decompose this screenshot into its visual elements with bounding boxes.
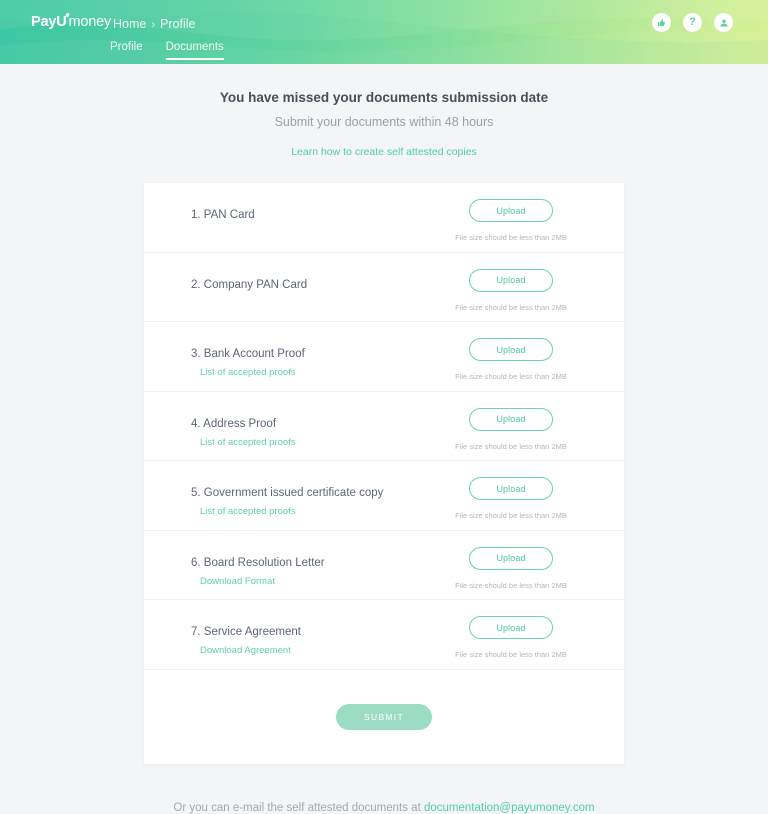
table-row: 4. Address Proof List of accepted proofs… [144,392,624,461]
file-size-note: File size should be less than 2MB [455,302,567,312]
row-actions: Upload File size should be less than 2MB [441,600,581,660]
upload-button[interactable]: Upload [469,616,553,639]
row-actions: Upload File size should be less than 2MB [441,183,581,243]
tab-profile-label: Profile [110,41,143,53]
breadcrumb-home[interactable]: Home [113,17,146,31]
footer-email-line: Or you can e-mail the self attested docu… [0,797,768,814]
file-size-note: File size should be less than 2MB [455,650,567,659]
row-actions: Upload File size should be less than 2MB [441,461,581,521]
document-title: 4. Address Proof [191,417,277,430]
header-tabs: Profile Documents [110,41,224,60]
table-row: 3. Bank Account Proof List of accepted p… [144,322,624,392]
page-content: You have missed your documents submissio… [0,64,768,814]
file-size-note: File size should be less than 2MB [455,511,567,520]
page-title: You have missed your documents submissio… [219,90,549,105]
upload-button[interactable]: Upload [469,268,553,292]
question-mark-glyph: ? [689,15,696,28]
user-account-icon[interactable] [714,13,733,32]
download-format-link[interactable]: Download Format [200,576,275,587]
document-title: 1. PAN Card [191,209,255,221]
documents-card: 1. PAN Card Upload File size should be l… [144,183,624,764]
row-info: 2. Company PAN Card [191,253,307,293]
accepted-proofs-link[interactable]: List of accepted proofs [200,437,296,448]
support-email-link[interactable]: documentation@payumoney.com [424,802,595,814]
user-account-glyph [719,19,728,26]
table-row: 5. Government issued certificate copy Li… [144,461,624,531]
tab-documents[interactable]: Documents [165,41,224,60]
upload-button[interactable]: Upload [469,477,553,500]
upload-button[interactable]: Upload [469,546,553,570]
document-title: 7. Service Agreement [191,626,301,638]
header-icon-group: ? [652,13,733,32]
row-actions: Upload File size should be less than 2MB [441,392,581,452]
thumbs-up-glyph [657,19,665,27]
submit-button[interactable]: SUBMIT [336,703,432,730]
tab-documents-label: Documents [165,41,224,53]
row-info: 5. Government issued certificate copy Li… [191,461,383,519]
question-mark-icon[interactable]: ? [683,13,702,32]
row-actions: Upload File size should be less than 2MB [441,253,581,313]
table-row: 6. Board Resolution Letter Download Form… [144,531,624,600]
upload-button[interactable]: Upload [469,199,553,222]
logo-text-money: money [68,14,112,30]
file-size-note: File size should be less than 2MB [455,441,567,451]
logo-text-u: U [56,14,67,30]
breadcrumb: Home › Profile [113,16,195,33]
document-title: 6. Board Resolution Letter [191,556,325,569]
table-row: 7. Service Agreement Download Agreement … [144,600,624,670]
table-row: 1. PAN Card Upload File size should be l… [144,183,624,253]
row-actions: Upload File size should be less than 2MB [441,322,581,382]
document-title: 5. Government issued certificate copy [191,487,384,499]
document-title: 2. Company PAN Card [191,278,308,291]
page-subtitle: Submit your documents within 48 hours [274,115,494,129]
app-header: PayU money Home › Profile Profile Documents… [0,0,768,64]
breadcrumb-separator-icon: › [151,19,156,31]
download-agreement-link[interactable]: Download Agreement [200,645,291,656]
row-actions: Upload File size should be less than 2MB [441,531,581,591]
row-info: 7. Service Agreement Download Agreement [191,600,301,658]
file-size-note: File size should be less than 2MB [455,580,567,590]
learn-self-attested-link[interactable]: Learn how to create self attested copies [0,145,768,159]
accepted-proofs-link[interactable]: List of accepted proofs [200,367,296,378]
page-footer: Or you can e-mail the self attested docu… [0,797,768,814]
file-size-note: File size should be less than 2MB [455,372,567,381]
breadcrumb-profile[interactable]: Profile [160,17,195,31]
upload-button[interactable]: Upload [469,338,553,361]
payumoney-logo[interactable]: PayU money [31,14,111,30]
row-info: 3. Bank Account Proof List of accepted p… [191,322,305,380]
footer-email-prefix: Or you can e-mail the self attested docu… [173,801,424,814]
row-info: 1. PAN Card [191,183,255,223]
submit-area: SUBMIT [144,670,624,764]
file-size-note: File size should be less than 2MB [455,233,567,242]
row-info: 6. Board Resolution Letter Download Form… [191,531,325,589]
document-title: 3. Bank Account Proof [191,348,305,360]
row-info: 4. Address Proof List of accepted proofs [191,392,296,450]
upload-button[interactable]: Upload [469,407,553,431]
tab-profile[interactable]: Profile [110,41,143,60]
table-row: 2. Company PAN Card Upload File size sho… [144,253,624,322]
thumbs-up-icon[interactable] [652,13,671,32]
accepted-proofs-link[interactable]: List of accepted proofs [200,506,296,517]
logo-text-pay: Pay [31,14,57,30]
